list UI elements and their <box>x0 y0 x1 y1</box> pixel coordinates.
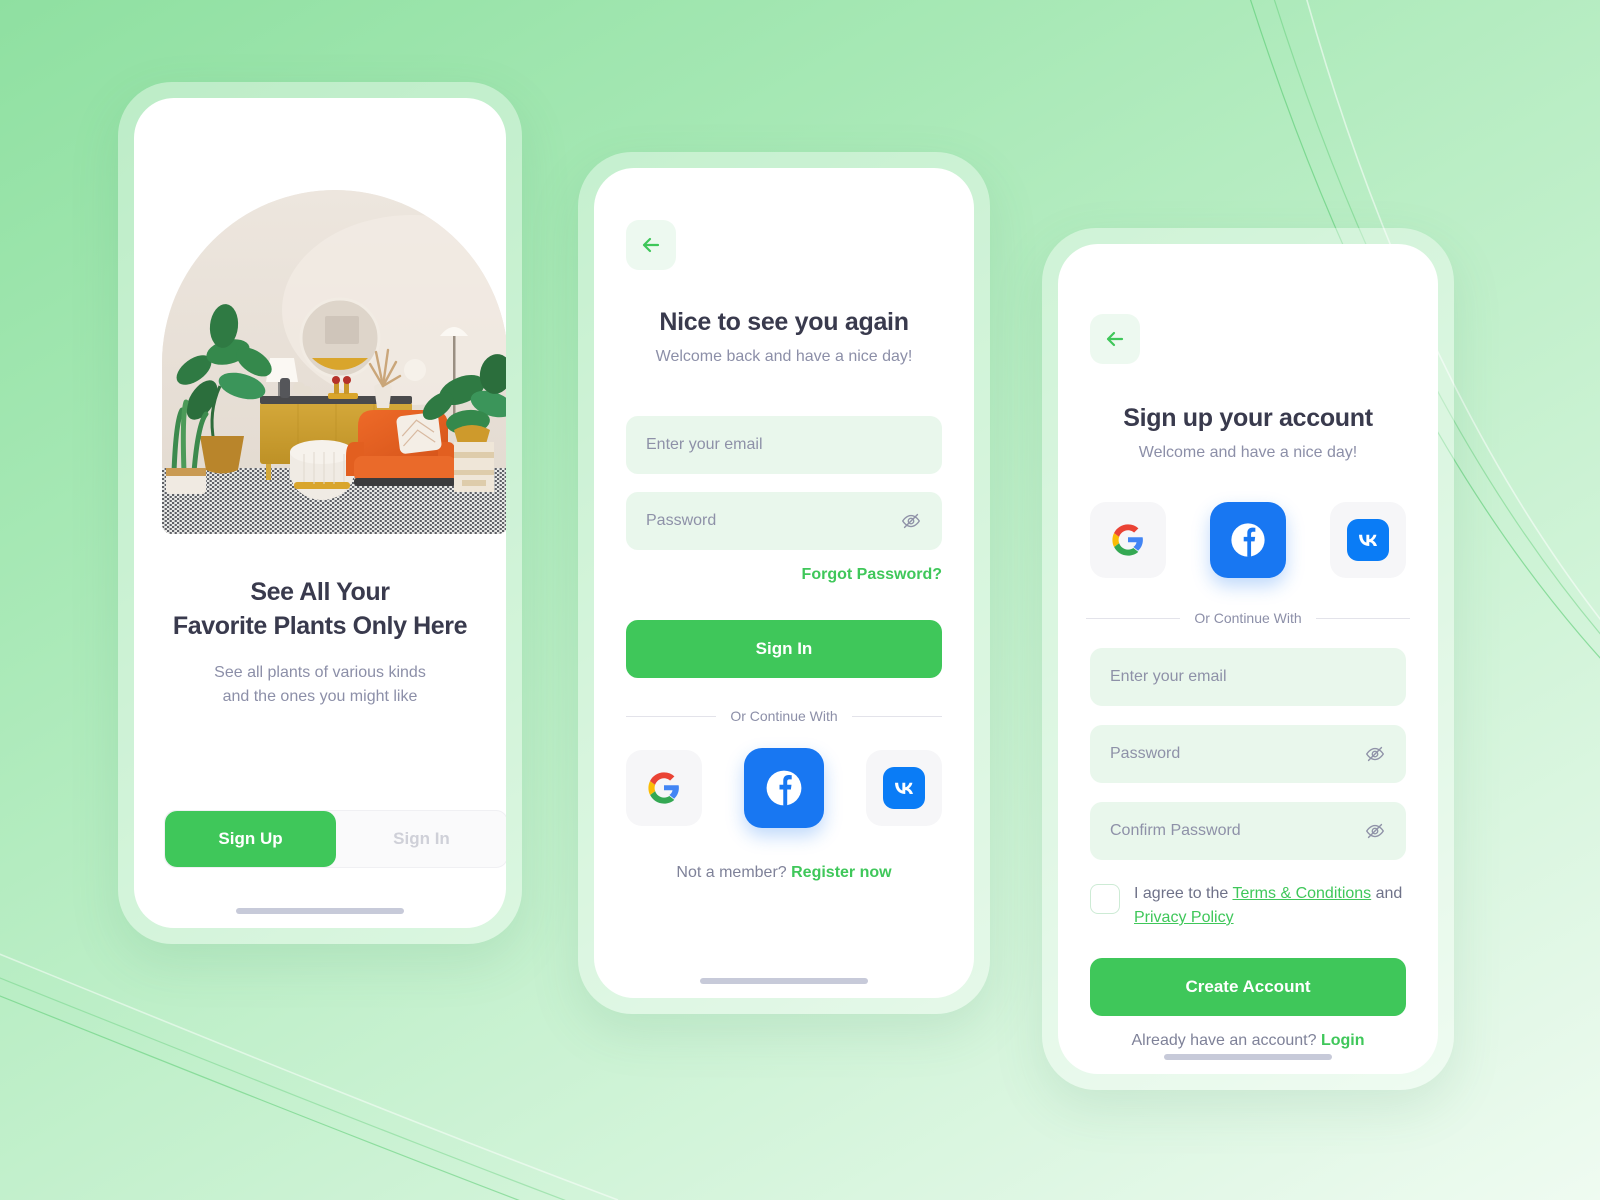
google-icon <box>648 772 679 804</box>
confirm-password-placeholder: Confirm Password <box>1110 822 1241 839</box>
google-icon <box>1112 524 1143 556</box>
terms-agreement-row: I agree to the Terms & Conditions and Pr… <box>1090 882 1410 930</box>
password-placeholder: Password <box>646 512 717 529</box>
subtext-line-2: and the ones you might like <box>222 687 418 705</box>
phone-signup: Sign up your account Welcome and have a … <box>1042 228 1454 1090</box>
privacy-policy-link[interactable]: Privacy Policy <box>1134 909 1234 926</box>
create-account-wrap: Create Account <box>1090 958 1406 1016</box>
vk-glyph-icon <box>895 782 913 794</box>
social-signup-row <box>1090 502 1406 578</box>
auth-toggle-group: Sign Up Sign In <box>164 810 506 868</box>
email-placeholder: Enter your email <box>1110 668 1227 685</box>
signup-footer-prefix: Already have an account? <box>1131 1032 1321 1049</box>
subtext-line-1: See all plants of various kinds <box>214 664 426 681</box>
onboarding-subtext: See all plants of various kinds and the … <box>134 661 506 708</box>
google-signup-button[interactable] <box>1090 502 1166 578</box>
eye-off-icon[interactable] <box>900 510 922 532</box>
screenshot-canvas: See All Your Favorite Plants Only Here S… <box>0 0 1600 1200</box>
google-login-button[interactable] <box>626 750 702 826</box>
phone-onboarding: See All Your Favorite Plants Only Here S… <box>118 82 522 944</box>
signup-title: Sign up your account <box>1123 404 1373 432</box>
vk-glyph-icon <box>1359 534 1377 546</box>
eye-off-icon[interactable] <box>1364 820 1386 842</box>
sign-in-button[interactable]: Sign In <box>336 811 506 867</box>
onboarding-screen: See All Your Favorite Plants Only Here S… <box>134 98 506 928</box>
register-now-link[interactable]: Register now <box>791 864 891 881</box>
password-field[interactable]: Password <box>1090 725 1406 783</box>
password-placeholder: Password <box>1110 745 1181 762</box>
divider-line-left <box>626 715 717 717</box>
back-button[interactable] <box>1090 314 1140 364</box>
signin-footer: Not a member? Register now <box>594 864 974 882</box>
terms-prefix: I agree to the <box>1134 885 1233 902</box>
signup-footer: Already have an account? Login <box>1058 1032 1438 1050</box>
facebook-icon <box>1231 523 1265 557</box>
create-account-button[interactable]: Create Account <box>1090 958 1406 1016</box>
email-field[interactable]: Enter your email <box>1090 648 1406 706</box>
signin-subtitle: Welcome back and have a nice day! <box>655 348 913 365</box>
email-field[interactable]: Enter your email <box>626 416 942 474</box>
social-divider: Or Continue With <box>626 708 942 724</box>
vk-icon <box>883 767 925 809</box>
vk-signup-button[interactable] <box>1330 502 1406 578</box>
signin-screen: Nice to see you again Welcome back and h… <box>594 168 974 998</box>
eye-off-icon[interactable] <box>1364 743 1386 765</box>
divider-line-left <box>1086 617 1181 619</box>
divider-label: Or Continue With <box>1194 610 1302 626</box>
vk-login-button[interactable] <box>866 750 942 826</box>
social-divider: Or Continue With <box>1086 610 1410 626</box>
signup-subtitle: Welcome and have a nice day! <box>1138 444 1358 461</box>
vk-icon <box>1347 519 1389 561</box>
email-placeholder: Enter your email <box>646 436 763 453</box>
hero-image <box>162 190 506 534</box>
signin-title: Nice to see you again <box>659 308 909 336</box>
divider-line-right <box>1315 617 1410 619</box>
confirm-password-field[interactable]: Confirm Password <box>1090 802 1406 860</box>
terms-text: I agree to the Terms & Conditions and Pr… <box>1134 882 1410 930</box>
facebook-signup-button[interactable] <box>1210 502 1286 578</box>
headline-line-1: See All Your <box>250 578 390 606</box>
home-indicator <box>700 978 868 984</box>
arrow-left-icon <box>1106 331 1124 347</box>
arrow-left-icon <box>642 237 660 253</box>
back-button[interactable] <box>626 220 676 270</box>
headline-line-2: Favorite Plants Only Here <box>172 611 468 640</box>
phone-signin: Nice to see you again Welcome back and h… <box>578 152 990 1014</box>
home-indicator <box>236 908 404 914</box>
signin-submit-button[interactable]: Sign In <box>626 620 942 678</box>
password-field[interactable]: Password <box>626 492 942 550</box>
onboarding-headline: See All Your Favorite Plants Only Here <box>134 576 506 643</box>
terms-checkbox[interactable] <box>1090 884 1120 914</box>
divider-label: Or Continue With <box>730 708 838 724</box>
facebook-icon <box>766 770 802 806</box>
social-login-row <box>626 748 942 828</box>
divider-line-right <box>851 715 942 717</box>
terms-conditions-link[interactable]: Terms & Conditions <box>1232 885 1371 902</box>
signin-submit-wrap: Sign In <box>626 620 942 678</box>
signup-screen: Sign up your account Welcome and have a … <box>1058 244 1438 1074</box>
sign-up-button[interactable]: Sign Up <box>165 811 336 867</box>
forgot-password-link[interactable]: Forgot Password? <box>802 566 942 584</box>
onboarding-copy: See All Your Favorite Plants Only Here S… <box>134 576 506 708</box>
forgot-password-label: Forgot Password? <box>801 566 942 583</box>
facebook-login-button[interactable] <box>744 748 824 828</box>
home-indicator <box>1164 1054 1332 1060</box>
login-link[interactable]: Login <box>1321 1032 1365 1049</box>
terms-middle: and <box>1371 885 1403 902</box>
signin-footer-prefix: Not a member? <box>676 864 792 881</box>
